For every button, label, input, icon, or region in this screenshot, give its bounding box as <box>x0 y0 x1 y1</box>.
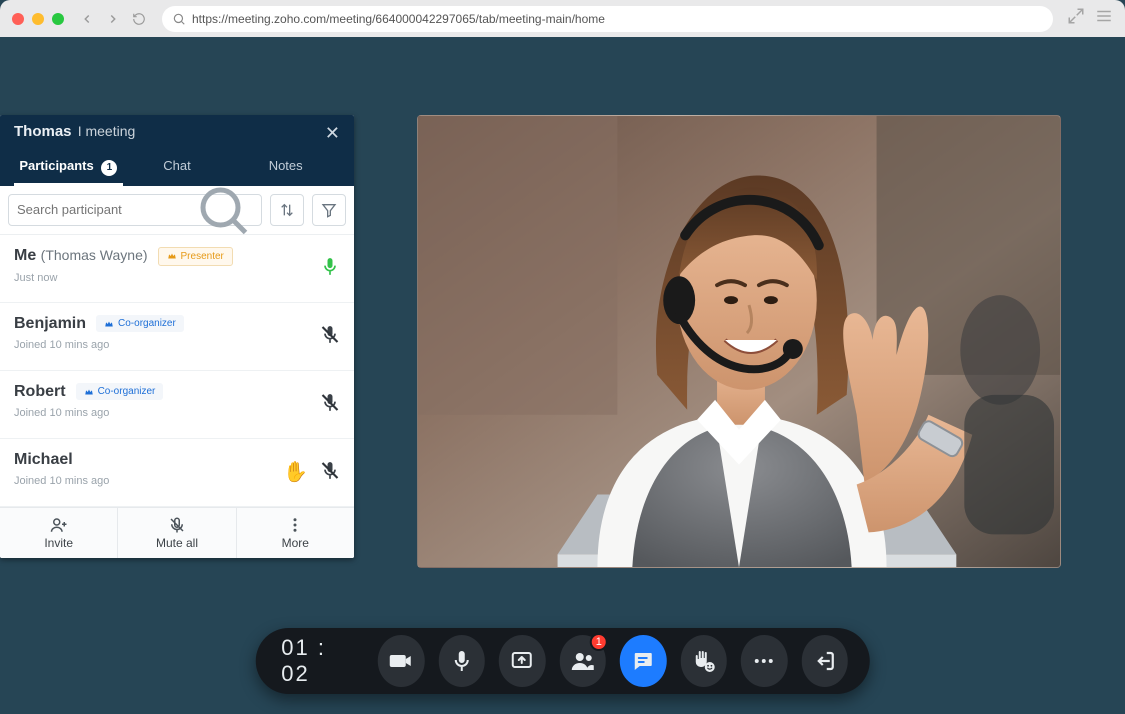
tab-participants[interactable]: Participants 1 <box>14 150 123 186</box>
mic-on-icon <box>320 257 340 280</box>
chrome-right <box>1067 7 1113 30</box>
camera-button[interactable] <box>378 635 424 687</box>
microphone-button[interactable] <box>438 635 484 687</box>
maximize-window[interactable] <box>52 13 64 25</box>
row-icons <box>320 257 340 280</box>
reactions-button[interactable] <box>680 635 726 687</box>
panel-title-name: Thomas <box>14 123 72 140</box>
invite-button[interactable]: Invite <box>0 508 118 558</box>
filter-button[interactable] <box>312 194 346 226</box>
nav-forward-icon[interactable] <box>104 10 122 28</box>
tab-chat[interactable]: Chat <box>123 150 232 186</box>
menu-icon[interactable] <box>1095 7 1113 30</box>
role-chip: Co-organizer <box>96 315 184 332</box>
row-icons: ✋ <box>283 460 340 485</box>
main-video-tile <box>417 115 1061 568</box>
row-icons <box>320 393 340 416</box>
search-icon <box>193 180 253 240</box>
chat-button[interactable] <box>620 635 666 687</box>
role-label: Presenter <box>181 251 224 262</box>
nav-reload-icon[interactable] <box>130 10 148 28</box>
participant-name-meta: (Thomas Wayne) <box>41 247 148 263</box>
participant-name: Me (Thomas Wayne) <box>14 247 148 265</box>
search-input[interactable] <box>17 202 193 217</box>
more-label: More <box>282 536 309 550</box>
joined-time: Joined 10 mins ago <box>14 339 340 351</box>
panel-actions: Invite Mute all More <box>0 507 354 558</box>
panel-title: Thomas I meeting <box>14 123 135 140</box>
close-icon[interactable]: ✕ <box>325 123 340 144</box>
raised-hand-icon: ✋ <box>283 460 308 485</box>
meeting-timer: 01 : 02 <box>281 635 354 687</box>
role-label: Co-organizer <box>98 386 156 397</box>
mic-muted-icon <box>320 393 340 416</box>
tab-participants-count: 1 <box>101 160 117 176</box>
participant-name: Robert <box>14 383 66 401</box>
mic-muted-icon <box>320 461 340 484</box>
expand-icon[interactable] <box>1067 7 1085 30</box>
mute-all-label: Mute all <box>156 536 198 550</box>
participant-row[interactable]: Michael Joined 10 mins ago ✋ <box>0 439 354 507</box>
mute-all-button[interactable]: Mute all <box>118 508 236 558</box>
role-chip: Co-organizer <box>76 383 164 400</box>
joined-time: Joined 10 mins ago <box>14 407 340 419</box>
panel-header: Thomas I meeting ✕ Participants 1 Chat N… <box>0 115 354 186</box>
search-icon <box>172 12 186 26</box>
tab-participants-label: Participants <box>19 158 93 173</box>
participant-row[interactable]: Robert Co-organizer Joined 10 mins ago <box>0 371 354 439</box>
panel-title-suffix: I meeting <box>78 123 136 139</box>
mic-muted-icon <box>320 325 340 348</box>
participants-panel: Thomas I meeting ✕ Participants 1 Chat N… <box>0 115 354 558</box>
panel-tabs: Participants 1 Chat Notes <box>14 150 340 186</box>
participant-row[interactable]: Benjamin Co-organizer Joined 10 mins ago <box>0 303 354 371</box>
share-screen-button[interactable] <box>499 635 545 687</box>
tab-notes-label: Notes <box>269 158 303 173</box>
participant-list: Me (Thomas Wayne) Presenter Just now Ben… <box>0 235 354 507</box>
row-icons <box>320 325 340 348</box>
role-label: Co-organizer <box>118 318 176 329</box>
meeting-toolbar: 01 : 02 1 <box>255 628 869 694</box>
browser-chrome: https://meeting.zoho.com/meeting/6640000… <box>0 0 1125 37</box>
search-row <box>0 186 354 235</box>
nav-back-icon[interactable] <box>78 10 96 28</box>
close-window[interactable] <box>12 13 24 25</box>
invite-label: Invite <box>44 536 73 550</box>
window-controls <box>12 13 64 25</box>
more-button[interactable]: More <box>237 508 354 558</box>
participant-name: Michael <box>14 451 73 469</box>
participants-badge: 1 <box>590 633 608 651</box>
url-text: https://meeting.zoho.com/meeting/6640000… <box>192 12 605 26</box>
url-bar[interactable]: https://meeting.zoho.com/meeting/6640000… <box>162 6 1053 32</box>
joined-time: Just now <box>14 272 340 284</box>
search-input-wrap[interactable] <box>8 194 262 226</box>
participant-name: Benjamin <box>14 315 86 333</box>
tab-notes[interactable]: Notes <box>231 150 340 186</box>
leave-button[interactable] <box>801 635 847 687</box>
minimize-window[interactable] <box>32 13 44 25</box>
participants-button[interactable]: 1 <box>559 635 605 687</box>
tab-chat-label: Chat <box>163 158 190 173</box>
participant-row[interactable]: Me (Thomas Wayne) Presenter Just now <box>0 235 354 303</box>
role-chip: Presenter <box>158 247 233 266</box>
more-options-button[interactable] <box>741 635 787 687</box>
sort-button[interactable] <box>270 194 304 226</box>
